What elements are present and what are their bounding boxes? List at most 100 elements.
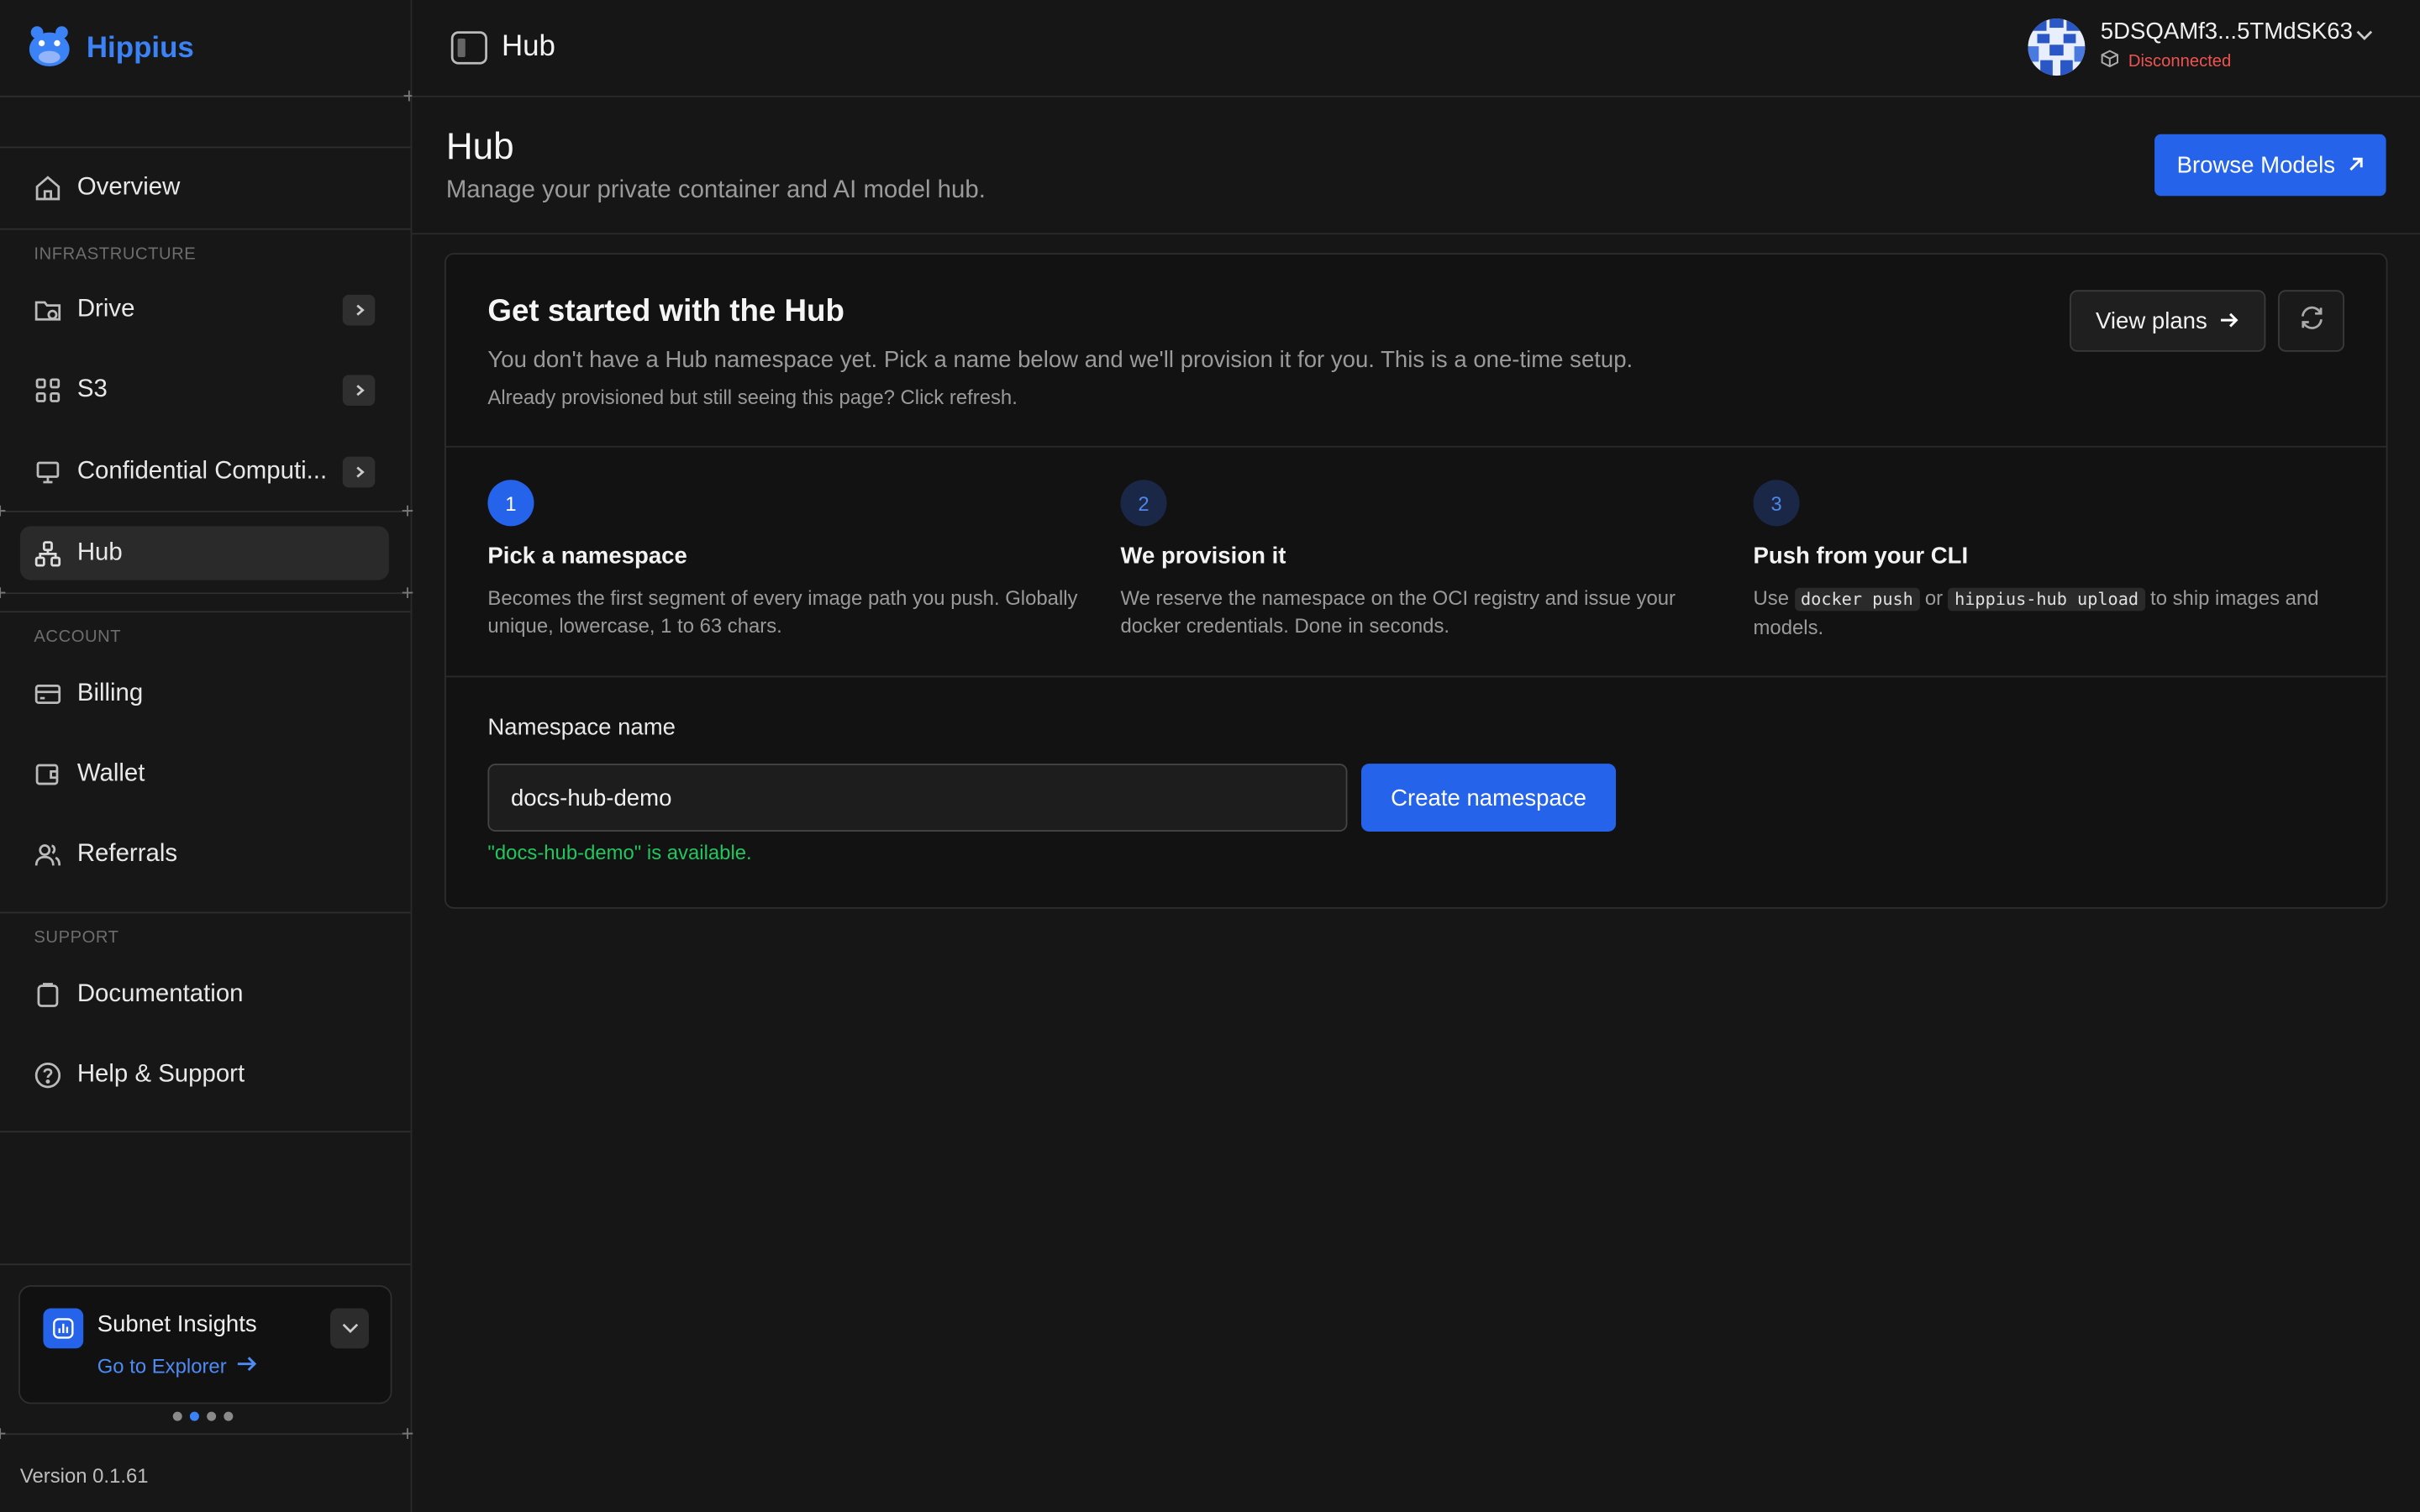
setup-steps: 1 Pick a namespace Becomes the first seg… xyxy=(445,446,2386,678)
connection-status: Disconnected xyxy=(2101,50,2231,73)
sidebar-item-s3[interactable]: S3 xyxy=(20,363,389,417)
step-number: 3 xyxy=(1753,480,1800,527)
sidebar-item-overview[interactable]: Overview xyxy=(20,160,389,214)
hippo-logo-icon xyxy=(24,21,74,78)
browse-models-button[interactable]: Browse Models xyxy=(2154,134,2386,197)
divider xyxy=(0,1433,411,1436)
users-icon xyxy=(34,841,61,869)
chevron-right-icon[interactable] xyxy=(342,293,376,325)
step-2: 2 We provision it We reserve the namespa… xyxy=(1120,480,1730,640)
sidebar: Hippius + Overview INFRASTRUCTURE Drive … xyxy=(0,0,415,1512)
chevron-right-icon[interactable] xyxy=(342,374,376,406)
account-address[interactable]: 5DSQAMf3...5TMdSK63 xyxy=(2101,18,2353,45)
sidebar-item-label: Wallet xyxy=(76,759,145,786)
divider xyxy=(0,611,411,613)
sidebar-item-billing[interactable]: Billing xyxy=(20,666,389,720)
chevron-right-icon[interactable] xyxy=(342,455,376,487)
home-icon xyxy=(34,175,61,202)
sidebar-item-referrals[interactable]: Referrals xyxy=(20,827,389,880)
step-3: 3 Push from your CLI Use docker push or … xyxy=(1753,480,2364,642)
arrow-up-right-icon xyxy=(2348,152,2365,178)
brand-name: Hippius xyxy=(86,32,194,66)
page-subtitle: Manage your private container and AI mod… xyxy=(445,177,986,204)
carousel-dot[interactable] xyxy=(224,1411,234,1421)
create-namespace-button[interactable]: Create namespace xyxy=(1361,764,1617,832)
connection-status-text: Disconnected xyxy=(2128,51,2232,71)
sidebar-item-documentation[interactable]: Documentation xyxy=(20,968,389,1021)
carousel-dot-active[interactable] xyxy=(189,1411,199,1421)
crosshair-icon: + xyxy=(0,1422,7,1444)
divider xyxy=(0,510,411,512)
brand-logo[interactable]: Hippius xyxy=(24,21,194,78)
card-title: Get started with the Hub xyxy=(487,294,844,329)
section-label-support: SUPPORT xyxy=(34,928,119,948)
section-label-infrastructure: INFRASTRUCTURE xyxy=(34,245,197,265)
chevron-down-icon xyxy=(340,1315,359,1342)
sidebar-item-hub[interactable]: Hub xyxy=(19,526,389,580)
arrow-right-icon xyxy=(2219,307,2239,333)
code-docker-push: docker push xyxy=(1794,587,1920,612)
step-1: 1 Pick a namespace Becomes the first seg… xyxy=(487,480,1097,640)
folder-icon xyxy=(34,297,61,324)
page-title: Hub xyxy=(445,126,514,169)
view-plans-button[interactable]: View plans xyxy=(2070,290,2266,352)
crosshair-icon: + xyxy=(401,498,414,523)
topbar-title: Hub xyxy=(501,30,555,64)
namespace-input[interactable] xyxy=(487,764,1348,832)
version-label: Version 0.1.61 xyxy=(19,1464,149,1488)
cube-icon xyxy=(2101,50,2119,73)
carousel-dot[interactable] xyxy=(172,1411,182,1421)
crosshair-icon: + xyxy=(0,500,7,522)
card-note: Already provisioned but still seeing thi… xyxy=(487,386,1018,409)
code-hippius-hub-upload: hippius-hub upload xyxy=(1948,587,2145,612)
sidebar-toggle-icon[interactable] xyxy=(450,31,487,65)
refresh-button[interactable] xyxy=(2278,290,2345,352)
chevron-down-icon[interactable] xyxy=(2355,22,2374,50)
step-text: or xyxy=(1924,585,1944,610)
sidebar-item-label: Confidential Computi... xyxy=(76,457,328,484)
sidebar-item-label: Drive xyxy=(76,295,135,322)
clipboard-icon xyxy=(34,981,61,1009)
section-label-account: ACCOUNT xyxy=(34,627,122,647)
divider xyxy=(0,95,411,97)
help-circle-icon xyxy=(34,1062,61,1089)
page-header: Hub Manage your private container and AI… xyxy=(412,97,2420,235)
sidebar-item-wallet[interactable]: Wallet xyxy=(20,747,389,801)
step-title: Push from your CLI xyxy=(1753,543,1969,570)
sidebar-item-label: S3 xyxy=(76,375,108,402)
sidebar-item-label: Help & Support xyxy=(76,1060,245,1087)
insights-link-label: Go to Explorer xyxy=(97,1354,227,1378)
divider xyxy=(0,146,411,149)
step-title: Pick a namespace xyxy=(487,543,687,570)
sidebar-item-label: Documentation xyxy=(76,980,244,1007)
step-description: Use docker push or hippius-hub upload to… xyxy=(1754,585,2364,642)
sidebar-item-label: Referrals xyxy=(76,840,178,867)
subnet-insights-card: Subnet Insights Go to Explorer xyxy=(18,1285,392,1404)
wallet-icon xyxy=(34,761,61,789)
step-description: Becomes the first segment of every image… xyxy=(487,585,1078,638)
sidebar-item-label: Hub xyxy=(76,538,123,566)
app-root: Hippius + Overview INFRASTRUCTURE Drive … xyxy=(0,0,2420,1512)
crosshair-icon: + xyxy=(401,580,414,606)
sidebar-item-help-support[interactable]: Help & Support xyxy=(20,1047,389,1101)
step-text: Use xyxy=(1753,585,1790,610)
avatar[interactable] xyxy=(2028,18,2086,76)
grid-icon xyxy=(34,376,61,404)
view-plans-label: View plans xyxy=(2096,307,2207,334)
divider xyxy=(0,1263,411,1266)
crosshair-icon: + xyxy=(401,1420,414,1446)
sidebar-item-confidential-computing[interactable]: Confidential Computi... xyxy=(20,444,389,498)
sidebar-item-label: Billing xyxy=(76,680,144,706)
sidebar-item-drive[interactable]: Drive xyxy=(20,282,389,336)
carousel-dot[interactable] xyxy=(207,1411,217,1421)
credit-card-icon xyxy=(34,680,61,708)
get-started-card: Get started with the Hub You don't have … xyxy=(444,253,2388,909)
collapse-insights-button[interactable] xyxy=(330,1308,369,1349)
divider xyxy=(0,592,411,595)
go-to-explorer-link[interactable]: Go to Explorer xyxy=(97,1355,258,1378)
divider xyxy=(0,228,411,230)
namespace-availability-status: "docs-hub-demo" is available. xyxy=(487,841,752,864)
step-number: 2 xyxy=(1120,480,1167,527)
browse-models-label: Browse Models xyxy=(2176,151,2335,179)
refresh-icon xyxy=(2297,303,2325,339)
